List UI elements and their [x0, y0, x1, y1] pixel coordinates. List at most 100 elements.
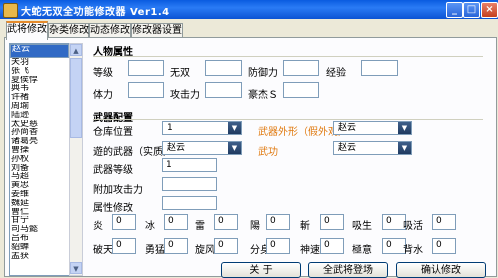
list-item[interactable]: 太史慈: [10, 120, 69, 129]
weapon-config-title: 武器配置: [93, 109, 133, 124]
attr-label: 陽: [250, 221, 260, 232]
list-item[interactable]: 刘备: [10, 164, 69, 173]
list-item[interactable]: 魏延: [10, 199, 69, 208]
attr-field[interactable]: 0: [432, 238, 456, 254]
hp-label: 体力: [93, 90, 113, 101]
chevron-down-icon[interactable]: ▼: [398, 122, 411, 134]
list-item[interactable]: 赵云: [10, 44, 69, 58]
list-scrollbar[interactable]: ▲ ▼: [69, 43, 83, 276]
maximize-button[interactable]: □: [463, 2, 480, 18]
tab-settings[interactable]: 修改器设置: [131, 23, 183, 38]
list-item[interactable]: 周瑜: [10, 102, 69, 111]
musou-label: 无双: [170, 68, 190, 79]
scroll-up-arrow[interactable]: ▲: [70, 44, 82, 56]
app-icon: [3, 3, 18, 18]
list-item[interactable]: 曹仁: [10, 208, 69, 217]
list-item[interactable]: 关羽: [10, 58, 69, 67]
list-item[interactable]: 陆逊: [10, 111, 69, 120]
attr-label: 雷: [195, 221, 205, 232]
minimize-button[interactable]: _: [446, 2, 463, 18]
real-weapon-value: 赵云: [167, 143, 186, 153]
tab-general-edit[interactable]: 武将修改: [6, 21, 48, 40]
attr-label: 勇猛: [145, 245, 165, 256]
close-button[interactable]: ×: [481, 2, 498, 18]
attr-label: 斬: [300, 221, 310, 232]
attr-label: 炎: [93, 221, 103, 232]
attr-field[interactable]: 0: [112, 238, 136, 254]
defense-label: 防御力: [248, 68, 278, 79]
list-item[interactable]: 马超: [10, 172, 69, 181]
attr-label: 極意: [352, 245, 372, 256]
attr-label: 吸生: [352, 221, 372, 232]
attr-field[interactable]: 0: [214, 238, 238, 254]
all-generals-appear-button[interactable]: 全武将登场: [308, 262, 388, 278]
list-item[interactable]: 甘宁: [10, 216, 69, 225]
attr-field[interactable]: 0: [164, 214, 188, 230]
attr-field[interactable]: 0: [266, 238, 290, 254]
list-item[interactable]: 司马懿: [10, 225, 69, 234]
tab-dynamic-edit[interactable]: 动态修改: [89, 23, 131, 38]
scroll-down-arrow[interactable]: ▼: [70, 262, 82, 274]
fame-label: 豪杰Ｓ: [248, 90, 278, 101]
slot-select-value: 1: [167, 123, 173, 133]
attack-label: 攻击力: [170, 90, 200, 101]
attr-field[interactable]: 0: [112, 214, 136, 230]
chevron-down-icon[interactable]: ▼: [398, 142, 411, 154]
attr-label: 破天: [93, 245, 113, 256]
list-item[interactable]: 孙权: [10, 155, 69, 164]
divider: [93, 119, 483, 120]
martial-art-select[interactable]: 赵云 ▼: [333, 141, 412, 155]
list-item[interactable]: 貂蝉: [10, 243, 69, 252]
fame-field[interactable]: [283, 82, 319, 98]
extra-attack-label: 附加攻击力: [93, 185, 143, 196]
attr-label: 旋风: [195, 245, 215, 256]
list-item[interactable]: 许褚: [10, 93, 69, 102]
list-item[interactable]: 孟获: [10, 252, 69, 261]
attr-edit-field[interactable]: [162, 196, 217, 210]
weapon-look-value: 赵云: [338, 123, 357, 133]
about-button[interactable]: 关 于: [221, 262, 301, 278]
attr-field[interactable]: 0: [320, 238, 344, 254]
tab-misc-edit[interactable]: 杂类修改: [48, 23, 89, 38]
defense-field[interactable]: [283, 60, 319, 76]
list-item[interactable]: 曹操: [10, 146, 69, 155]
chevron-down-icon[interactable]: ▼: [228, 142, 241, 154]
list-item[interactable]: 黄忠: [10, 181, 69, 190]
real-weapon-select[interactable]: 赵云 ▼: [162, 141, 242, 155]
slot-label: 仓库位置: [93, 127, 133, 138]
musou-field[interactable]: [205, 60, 242, 76]
real-weapon-label: 遊的武器（实质）: [93, 147, 173, 158]
attr-field[interactable]: 0: [320, 214, 344, 230]
window-title: 大蛇无双全功能修改器 Ver1.4: [21, 7, 170, 18]
list-item[interactable]: 吕布: [10, 234, 69, 243]
attr-field[interactable]: 0: [266, 214, 290, 230]
scroll-thumb[interactable]: [70, 58, 82, 138]
attr-label: 背水: [403, 245, 423, 256]
martial-art-value: 赵云: [338, 143, 357, 153]
attack-field[interactable]: [205, 82, 242, 98]
attr-field[interactable]: 0: [432, 214, 456, 230]
list-item[interactable]: 张飞: [10, 67, 69, 76]
attr-field[interactable]: 0: [214, 214, 238, 230]
extra-attack-field[interactable]: [162, 177, 217, 191]
weapon-look-select[interactable]: 赵云 ▼: [333, 121, 412, 135]
attr-label: 冰: [145, 221, 155, 232]
exp-field[interactable]: [361, 60, 398, 76]
confirm-edit-button[interactable]: 确认修改: [396, 262, 486, 278]
attr-edit-label: 属性修改: [93, 203, 133, 214]
level-field[interactable]: [128, 60, 164, 76]
list-item[interactable]: 姜维: [10, 190, 69, 199]
attr-label: 神速: [300, 245, 320, 256]
list-item[interactable]: 夏侯惇: [10, 76, 69, 85]
chevron-down-icon[interactable]: ▼: [228, 122, 241, 134]
hp-field[interactable]: [128, 82, 164, 98]
list-item[interactable]: 典韦: [10, 84, 69, 93]
list-item[interactable]: 诸葛亮: [10, 137, 69, 146]
attr-field[interactable]: 0: [164, 238, 188, 254]
weapon-level-label: 武器等级: [93, 165, 133, 176]
list-item[interactable]: 孙尚香: [10, 128, 69, 137]
attr-label: 吸活: [403, 221, 423, 232]
general-list[interactable]: 赵云 关羽 张飞 夏侯惇 典韦 许褚 周瑜 陆逊 太史慈 孙尚香 诸葛亮 曹操 孙权 刘备 马超 黄忠 姜维 魏延…: [9, 43, 70, 276]
weapon-level-field[interactable]: 1: [162, 158, 217, 172]
slot-select[interactable]: 1 ▼: [162, 121, 242, 135]
